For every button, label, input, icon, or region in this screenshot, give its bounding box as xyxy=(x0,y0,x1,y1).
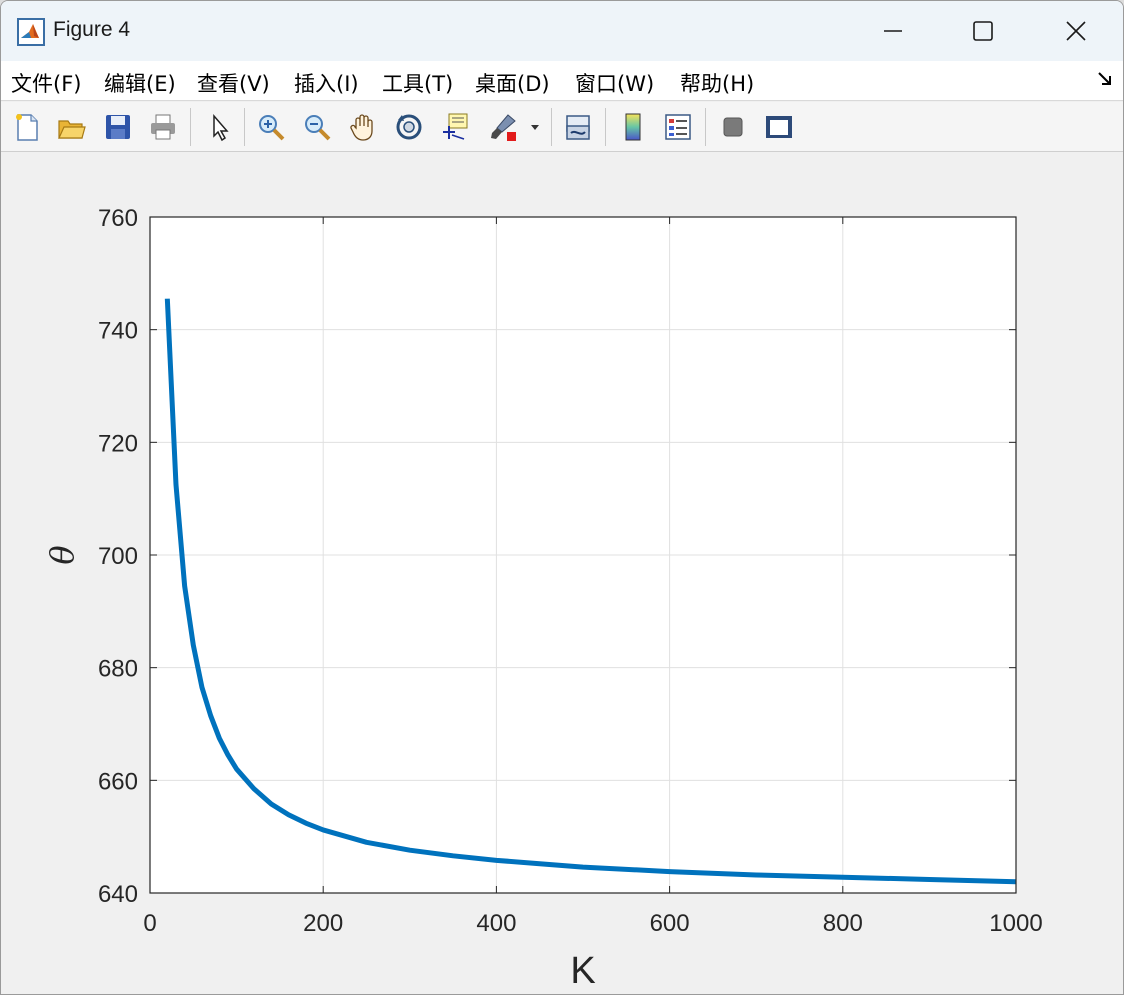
y-axis-label: θ xyxy=(43,545,81,564)
dock-arrow-icon[interactable] xyxy=(1097,71,1113,87)
x-tick-label: 800 xyxy=(823,910,863,937)
data-cursor-icon xyxy=(443,113,468,140)
menu-insert[interactable]: 插入(I) xyxy=(294,68,359,98)
brush-icon xyxy=(491,114,516,141)
window-title: Figure 4 xyxy=(53,18,131,41)
y-tick-label: 660 xyxy=(98,768,138,795)
matlab-logo-icon xyxy=(17,18,45,46)
menu-file[interactable]: 文件(F) xyxy=(11,68,81,98)
zoom-in-icon xyxy=(259,115,285,141)
menu-help[interactable]: 帮助(H) xyxy=(680,68,754,98)
menu-desktop[interactable]: 桌面(D) xyxy=(475,68,550,98)
toolbar-separator xyxy=(605,108,606,146)
rotate-3d-button[interactable] xyxy=(391,110,427,144)
data-cursor-button[interactable] xyxy=(437,110,473,144)
zoom-out-icon xyxy=(305,115,331,141)
print-button[interactable] xyxy=(145,110,181,144)
hide-plot-tools-button[interactable] xyxy=(715,110,751,144)
zoom-out-button[interactable] xyxy=(299,110,335,144)
select-arrow-icon xyxy=(213,113,229,142)
pan-hand-icon xyxy=(350,114,373,141)
legend-button[interactable] xyxy=(660,110,696,144)
rotate-3d-icon xyxy=(396,114,422,140)
zoom-in-button[interactable] xyxy=(253,110,289,144)
x-tick-label: 1000 xyxy=(989,910,1042,937)
toolbar-separator xyxy=(551,108,552,146)
select-button[interactable] xyxy=(201,110,237,144)
save-icon xyxy=(106,115,130,139)
toolbar-separator xyxy=(190,108,191,146)
y-tick-label: 740 xyxy=(98,318,138,345)
figure-toolbar xyxy=(1,102,1123,152)
close-icon xyxy=(1066,21,1086,41)
chevron-down-icon xyxy=(531,125,539,130)
link-plot-icon xyxy=(566,115,590,140)
y-tick-label: 720 xyxy=(98,430,138,457)
show-plot-tools-icon xyxy=(766,116,792,138)
x-tick-label: 400 xyxy=(476,910,516,937)
minimize-icon xyxy=(884,30,902,32)
figure-canvas: 0 200 400 600 800 1000 640 660 680 700 720 740 760 K… xyxy=(1,153,1124,995)
save-button[interactable] xyxy=(100,110,136,144)
y-tick-label: 680 xyxy=(98,656,138,683)
menu-view[interactable]: 查看(V) xyxy=(197,68,270,98)
show-plot-tools-button[interactable] xyxy=(760,110,796,144)
open-file-icon xyxy=(58,120,86,139)
menu-tools[interactable]: 工具(T) xyxy=(382,68,453,98)
new-figure-button[interactable] xyxy=(9,110,45,144)
print-icon xyxy=(151,114,175,140)
line-chart[interactable]: 0 200 400 600 800 1000 640 660 680 700 720 740 760 K… xyxy=(1,153,1124,995)
open-file-button[interactable] xyxy=(53,110,89,144)
menu-bar: 文件(F) 编辑(E) 查看(V) 插入(I) 工具(T) 桌面(D) 窗口(W… xyxy=(1,61,1123,101)
x-tick-label: 600 xyxy=(650,910,690,937)
legend-icon xyxy=(665,114,691,140)
brush-button[interactable] xyxy=(485,110,521,144)
y-tick-label: 760 xyxy=(98,205,138,232)
brush-dropdown[interactable] xyxy=(525,110,545,144)
minimize-button[interactable] xyxy=(846,1,940,61)
toolbar-separator xyxy=(244,108,245,146)
maximize-icon xyxy=(973,21,993,41)
toolbar-separator xyxy=(705,108,706,146)
link-plot-button[interactable] xyxy=(560,110,596,144)
new-figure-icon xyxy=(16,114,38,141)
figure-window: Figure 4 文件(F) 编辑(E) 查看(V) 插入(I) 工具(T) 桌… xyxy=(0,0,1124,995)
menu-edit[interactable]: 编辑(E) xyxy=(104,68,176,98)
title-bar: Figure 4 xyxy=(1,1,1123,61)
x-axis-label: K xyxy=(570,950,595,992)
y-tick-label: 700 xyxy=(98,543,138,570)
close-button[interactable] xyxy=(1029,1,1123,61)
y-tick-label: 640 xyxy=(98,881,138,908)
colorbar-button[interactable] xyxy=(615,110,651,144)
menu-window[interactable]: 窗口(W) xyxy=(575,68,654,98)
x-tick-label: 0 xyxy=(143,910,156,937)
x-tick-label: 200 xyxy=(303,910,343,937)
maximize-button[interactable] xyxy=(936,1,1030,61)
pan-button[interactable] xyxy=(345,110,381,144)
colorbar-icon xyxy=(625,113,641,141)
hide-plot-tools-icon xyxy=(723,117,743,137)
